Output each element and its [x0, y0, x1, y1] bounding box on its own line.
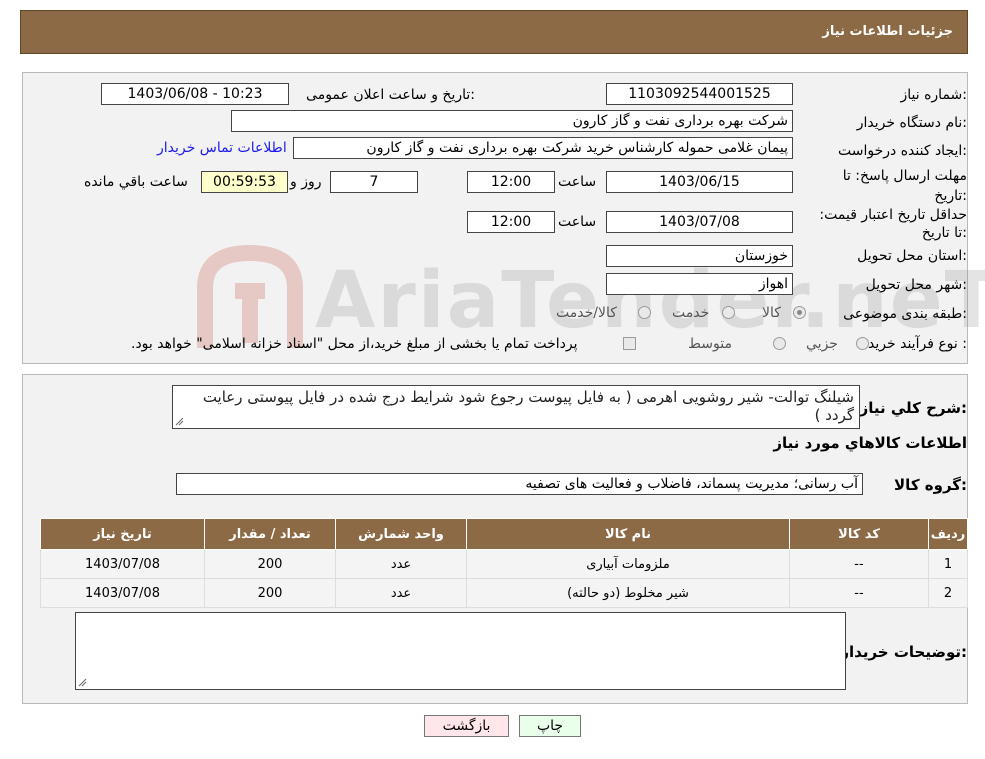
cell-item-code: --: [789, 578, 929, 608]
validity-date-field[interactable]: 1403/07/08: [606, 211, 793, 233]
validity-hour-label: ساعت: [558, 214, 597, 230]
resize-grip-icon[interactable]: [78, 678, 87, 687]
watermark-text: AriaTender.neT: [315, 256, 985, 346]
purchase-minor-label: جزيي: [806, 336, 838, 352]
city-field[interactable]: اهواز: [606, 273, 793, 295]
remaining-label: ساعت باقي مانده: [84, 174, 188, 190]
category-goods-radio[interactable]: [793, 306, 806, 319]
purchase-medium-label: متوسط: [688, 336, 732, 352]
city-label: شهر محل تحویل:: [865, 277, 967, 293]
cell-quantity: 200: [204, 578, 336, 608]
days-field[interactable]: 7: [330, 171, 418, 193]
col-item-name: نام کالا: [466, 518, 790, 550]
col-quantity: تعداد / مقدار: [204, 518, 336, 550]
goods-group-field[interactable]: آب رسانی؛ مدیریت پسماند، فاضلاب و فعالیت…: [176, 473, 863, 495]
table-row: 1 -- ملزومات آبیاری عدد 200 1403/07/08: [40, 549, 968, 579]
print-button[interactable]: چاپ: [519, 715, 581, 737]
purchase-minor-radio[interactable]: [856, 337, 869, 350]
resize-grip-icon[interactable]: [175, 417, 184, 426]
col-row-number: رديف: [928, 518, 968, 550]
goods-table: رديف کد کالا نام کالا واحد شمارش تعداد /…: [40, 518, 968, 608]
goods-table-header: رديف کد کالا نام کالا واحد شمارش تعداد /…: [40, 518, 968, 550]
province-label: استان محل تحویل:: [857, 248, 967, 264]
cell-unit: عدد: [335, 578, 467, 608]
col-need-date: تاریخ نیاز: [40, 518, 205, 550]
remaining-time-field: 00:59:53: [201, 171, 288, 193]
category-goods-label: کالا: [762, 305, 781, 321]
goods-group-label: گروه کالا:: [894, 476, 967, 494]
description-textarea[interactable]: شیلنگ توالت- شیر روشویی اهرمی ( به فایل …: [172, 385, 860, 429]
creator-field[interactable]: پیمان غلامی حموله کارشناس خرید شرکت بهره…: [293, 137, 793, 159]
cell-row-number: 1: [928, 549, 968, 579]
category-label: طبقه بندی موضوعی:: [843, 306, 967, 322]
page-header: جزئیات اطلاعات نیاز: [20, 10, 968, 54]
category-service-radio[interactable]: [722, 306, 735, 319]
cell-quantity: 200: [204, 549, 336, 579]
announce-date-field[interactable]: 1403/06/08 - 10:23: [101, 83, 289, 105]
buyer-org-field[interactable]: شرکت بهره برداری نفت و گاز کارون: [231, 110, 793, 132]
treasury-note: پرداخت تمام یا بخشی از مبلغ خرید،از محل …: [131, 336, 578, 352]
validity-label: حداقل تاریخ اعتبار قیمت: تا تاریخ:: [819, 207, 967, 241]
category-service-label: خدمت: [672, 305, 710, 321]
description-label: شرح کلي نياز:: [859, 399, 967, 417]
description-text: شیلنگ توالت- شیر روشویی اهرمی ( به فایل …: [202, 388, 854, 424]
deadline-label: مهلت ارسال پاسخ: تا تاریخ:: [842, 168, 967, 204]
purchase-type-label: نوع فرآیند خرید :: [868, 336, 967, 352]
need-number-field[interactable]: 1103092544001525: [606, 83, 793, 105]
table-row: 2 -- شیر مخلوط (دو حالته) عدد 200 1403/0…: [40, 578, 968, 608]
deadline-date-field[interactable]: 1403/06/15: [606, 171, 793, 193]
goods-info-title: اطلاعات کالاهاي مورد نياز: [773, 434, 967, 452]
buyer-org-label: نام دستگاه خریدار:: [856, 115, 967, 131]
cell-need-date: 1403/07/08: [40, 578, 205, 608]
back-button[interactable]: بازگشت: [424, 715, 509, 737]
category-both-radio[interactable]: [638, 306, 651, 319]
deadline-hour-label: ساعت: [558, 174, 597, 190]
announce-date-label: تاریخ و ساعت اعلان عمومی:: [306, 87, 475, 103]
cell-item-code: --: [789, 549, 929, 579]
buyer-contact-link[interactable]: اطلاعات تماس خریدار: [157, 140, 287, 156]
buyer-notes-textarea[interactable]: [75, 612, 846, 690]
cell-unit: عدد: [335, 549, 467, 579]
province-field[interactable]: خوزستان: [606, 245, 793, 267]
cell-item-name: ملزومات آبیاری: [466, 549, 790, 579]
cell-row-number: 2: [928, 578, 968, 608]
page-title: جزئیات اطلاعات نیاز: [822, 24, 953, 39]
cell-need-date: 1403/07/08: [40, 549, 205, 579]
category-both-label: کالا/خدمت: [556, 305, 617, 321]
creator-label: ایجاد کننده درخواست:: [838, 143, 967, 159]
treasury-checkbox[interactable]: [623, 337, 636, 350]
purchase-medium-radio[interactable]: [773, 337, 786, 350]
buyer-notes-label: توضیحات خریدار:: [840, 643, 967, 661]
need-number-label: شماره نیاز:: [900, 87, 967, 103]
cell-item-name: شیر مخلوط (دو حالته): [466, 578, 790, 608]
days-label: روز و: [290, 174, 322, 190]
validity-time-field[interactable]: 12:00: [467, 211, 555, 233]
col-unit: واحد شمارش: [335, 518, 467, 550]
col-item-code: کد کالا: [789, 518, 929, 550]
deadline-time-field[interactable]: 12:00: [467, 171, 555, 193]
